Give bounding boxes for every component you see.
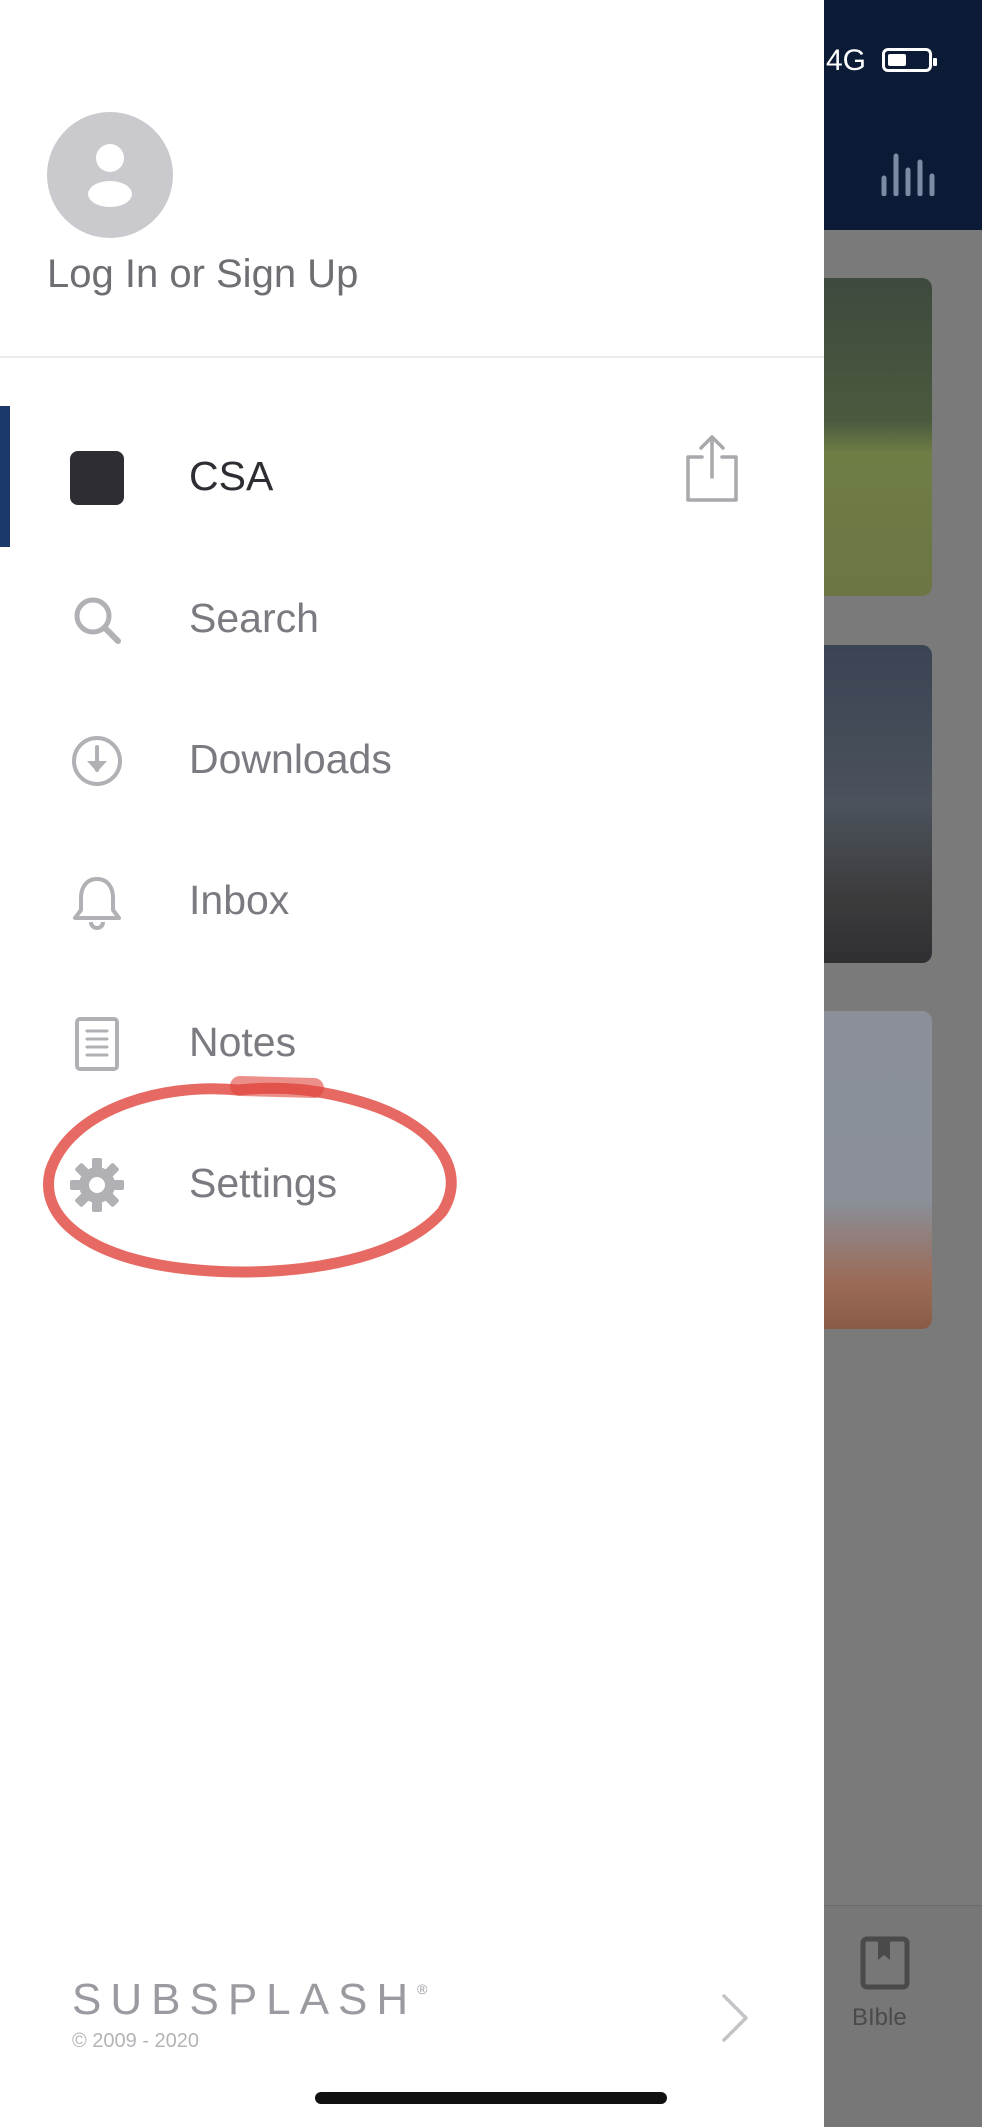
navigation-drawer: Log In or Sign Up CSA Search Downloads I…: [0, 0, 824, 2127]
menu-item-label: Notes: [189, 1019, 297, 1065]
tab-bible[interactable]: BIble: [824, 1905, 982, 2127]
gear-icon: [68, 1156, 126, 1214]
content-card[interactable]: [824, 278, 932, 596]
menu-item-label: Downloads: [189, 736, 392, 782]
menu-item-settings[interactable]: Settings: [0, 1128, 824, 1238]
brand-mark: ®: [417, 1981, 428, 1997]
brand-name: SUBSPLASH: [72, 1975, 418, 2024]
notes-icon: [68, 1015, 126, 1073]
menu-item-label: Inbox: [189, 877, 290, 923]
menu-item-inbox[interactable]: Inbox: [0, 845, 824, 955]
content-card[interactable]: [824, 645, 932, 963]
copyright: © 2009 - 2020: [72, 2030, 200, 2052]
search-icon: [68, 591, 126, 649]
subsplash-logo: SUBSPLASH®: [72, 1975, 427, 2025]
menu-item-label: Settings: [189, 1160, 338, 1206]
menu-item-label: CSA: [189, 453, 274, 499]
book-icon: [860, 1936, 910, 1990]
menu-item-search[interactable]: Search: [0, 563, 824, 673]
share-icon[interactable]: [684, 433, 740, 503]
login-signup-link[interactable]: Log In or Sign Up: [47, 252, 358, 297]
battery-icon: [882, 48, 937, 72]
divider: [0, 356, 824, 358]
content-card[interactable]: [824, 1011, 932, 1329]
menu-item-notes[interactable]: Notes: [0, 987, 824, 1097]
background-header: 4G: [824, 0, 982, 230]
home-indicator[interactable]: [315, 2092, 667, 2104]
bell-icon: [68, 873, 126, 931]
menu-item-downloads[interactable]: Downloads: [0, 704, 824, 814]
audio-bars-icon[interactable]: [880, 152, 942, 196]
app-icon: [68, 449, 126, 507]
background-app: 4G BIble: [824, 0, 982, 2127]
network-status: 4G: [826, 44, 867, 77]
tab-bible-label: BIble: [852, 2004, 907, 2031]
download-icon: [68, 732, 126, 790]
menu-item-label: Search: [189, 595, 319, 641]
chevron-right-icon[interactable]: [720, 1992, 750, 2044]
avatar[interactable]: [47, 112, 173, 238]
person-icon: [88, 144, 132, 207]
